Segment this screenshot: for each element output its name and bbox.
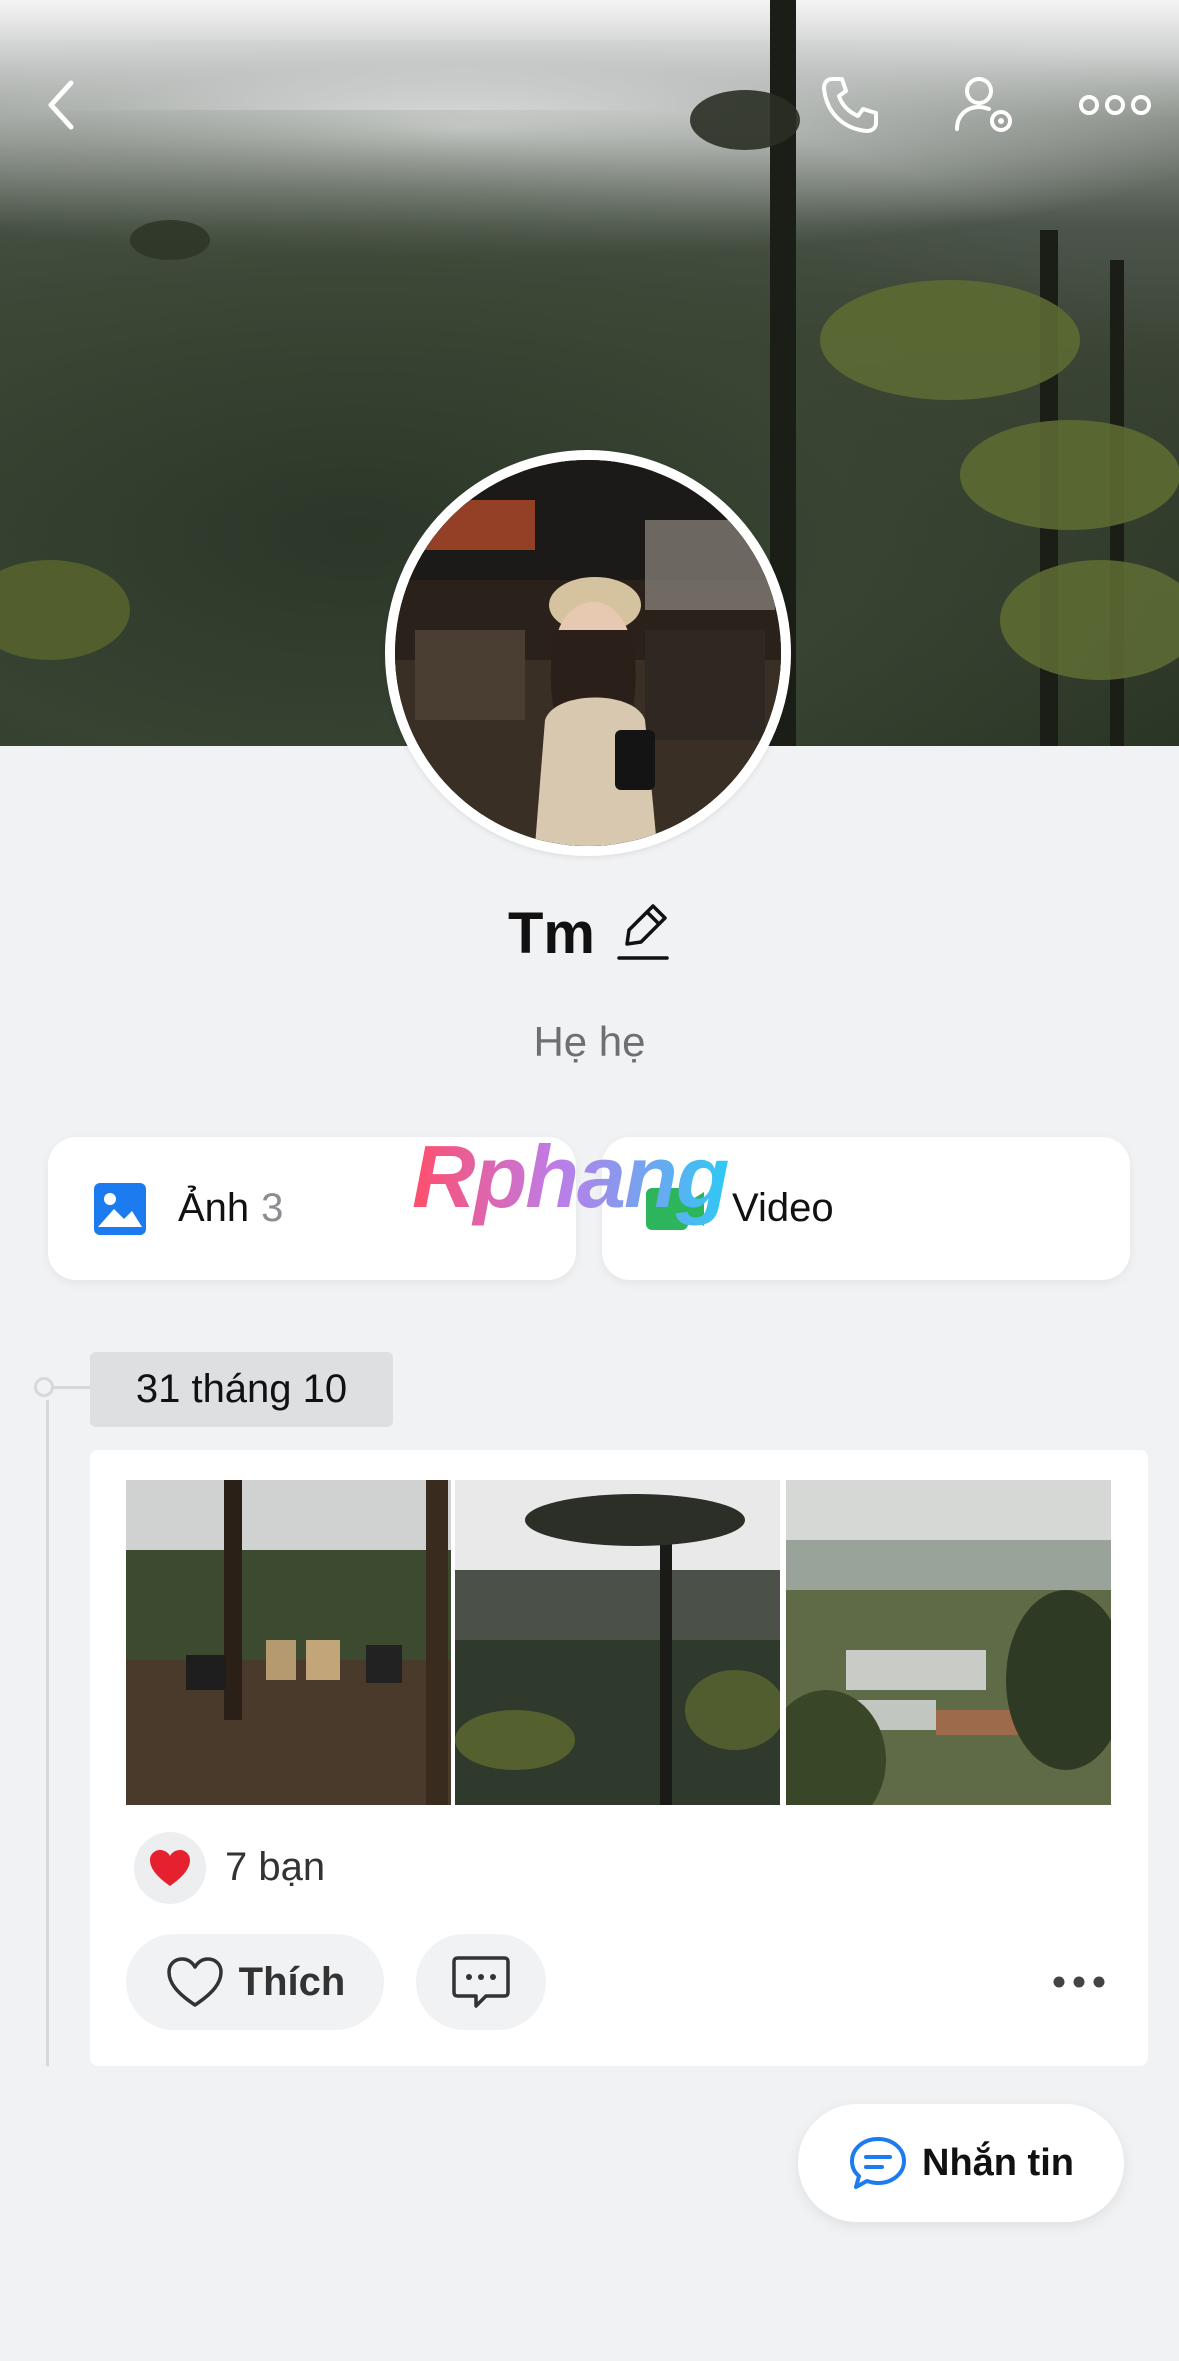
photos-tile-label: Ảnh 3 (178, 1186, 283, 1231)
timeline-dot (34, 1377, 54, 1397)
watermark-logo: Rphang (412, 1127, 730, 1226)
tree-foliage (130, 220, 210, 260)
more-button[interactable] (1075, 60, 1155, 150)
videos-label: Video (732, 1186, 834, 1230)
photo-valley (786, 1480, 1111, 1805)
timeline-line (46, 1400, 49, 2066)
tree-foliage (690, 90, 800, 150)
more-horizontal-icon (1053, 1976, 1105, 1988)
phone-icon (822, 77, 878, 133)
timeline-date: 31 tháng 10 (90, 1352, 393, 1427)
tree-foliage (960, 420, 1179, 530)
back-button[interactable] (30, 60, 90, 150)
send-message-label: Nhắn tin (922, 2141, 1074, 2184)
chat-bubble-icon (850, 2137, 906, 2189)
post-photo[interactable] (126, 1480, 451, 1805)
comment-button[interactable] (416, 1934, 546, 2030)
heart-outline-icon (166, 1957, 223, 2007)
reaction-count[interactable]: 7 bạn (225, 1845, 325, 1890)
profile-settings-button[interactable] (950, 60, 1020, 150)
post-photo[interactable] (786, 1480, 1111, 1805)
profile-name: Tm (508, 901, 595, 966)
more-horizontal-icon (1079, 95, 1151, 115)
profile-bio: Hẹ hẹ (533, 1018, 646, 1065)
call-button[interactable] (815, 60, 885, 150)
avatar[interactable] (385, 450, 791, 856)
chevron-left-icon (48, 80, 74, 130)
post-more-button[interactable] (1044, 1960, 1114, 2004)
profile-name-row: Tm (0, 900, 1179, 967)
send-message-button[interactable]: Nhắn tin (798, 2104, 1124, 2222)
photo-misty-pines (455, 1480, 780, 1805)
photos-count: 3 (261, 1186, 284, 1230)
photos-label: Ảnh (178, 1186, 250, 1230)
like-button[interactable]: Thích (126, 1934, 384, 2030)
pencil-icon (617, 904, 669, 960)
user-settings-icon (955, 77, 1012, 132)
heart-icon (150, 1850, 190, 1886)
reaction-badge[interactable] (134, 1832, 206, 1904)
image-icon (94, 1182, 146, 1235)
like-label: Thích (238, 1959, 346, 2004)
edit-name-button[interactable] (615, 900, 671, 967)
tree-foliage (820, 280, 1080, 400)
comment-icon (452, 1956, 510, 2008)
timeline-connector (54, 1386, 90, 1389)
avatar-illustration (395, 460, 781, 846)
photo-camping (126, 1480, 451, 1805)
avatar-photo (395, 460, 781, 846)
post-photo[interactable] (455, 1480, 780, 1805)
